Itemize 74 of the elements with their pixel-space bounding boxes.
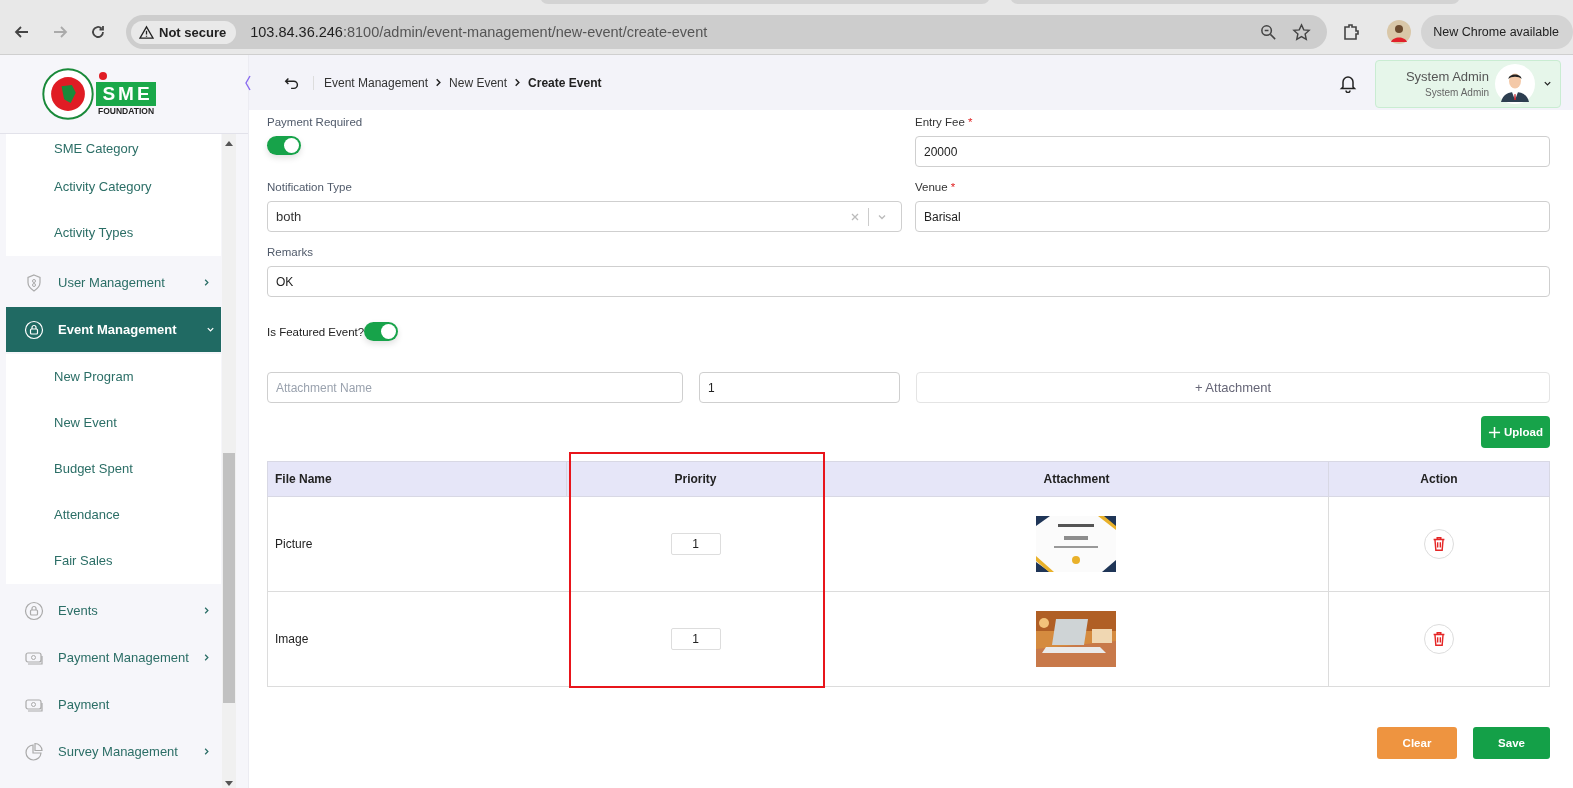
shield-icon	[24, 272, 44, 293]
delete-button[interactable]	[1424, 624, 1454, 654]
logo-tagline: FOUNDATION	[98, 106, 154, 116]
url-text: 103.84.36.246:8100/admin/event-management/new-event/create-event	[250, 24, 708, 40]
submenu-item[interactable]: New Program	[6, 354, 221, 400]
logo-dot-icon	[99, 72, 108, 80]
upload-button[interactable]: Upload	[1481, 416, 1550, 448]
chevron-icon	[434, 78, 444, 87]
menu-item[interactable]: User Management	[6, 260, 221, 305]
submenu-item[interactable]: Budget Spent	[6, 446, 221, 492]
menu-item[interactable]: Survey Management	[6, 729, 221, 774]
column-header: File Name	[267, 461, 567, 497]
save-button[interactable]: Save	[1473, 727, 1550, 759]
toggle-switch[interactable]	[267, 136, 301, 155]
emblem-icon	[42, 68, 95, 120]
add-attachment-button[interactable]: + Attachment	[916, 372, 1550, 403]
user-menu[interactable]: System Admin System Admin	[1375, 59, 1561, 108]
user-name: System Admin	[1405, 69, 1489, 84]
input-field[interactable]: OK	[267, 266, 1550, 297]
warning-icon	[139, 24, 154, 40]
field-label: Entry Fee *	[915, 116, 974, 128]
plus-icon	[1488, 425, 1501, 439]
avatar-icon	[1495, 63, 1535, 104]
breadcrumb-item[interactable]: New Event	[449, 75, 508, 90]
chevron-icon	[202, 278, 211, 287]
chevron-icon	[202, 747, 211, 756]
submenu-item[interactable]: New Event	[6, 400, 221, 446]
submenu-item[interactable]: Activity Category	[6, 164, 221, 210]
profile-avatar[interactable]	[1387, 20, 1412, 44]
logo-text: SME	[96, 82, 156, 106]
submenu-item[interactable]: SME Category	[6, 134, 221, 164]
scrollbar[interactable]	[222, 134, 236, 788]
submenu-item[interactable]: Activity Types	[6, 210, 221, 256]
menu-item[interactable]: Events	[6, 588, 221, 633]
star-icon[interactable]	[1292, 22, 1312, 42]
field-label: Notification Type	[267, 181, 353, 193]
field-label: Remarks	[267, 246, 314, 258]
column-header: Action	[1328, 461, 1550, 497]
table-cell: Image	[267, 591, 567, 687]
extensions-icon[interactable]	[1341, 22, 1362, 42]
breadcrumb-item[interactable]: Event Management	[324, 75, 429, 90]
lock-icon	[24, 600, 44, 621]
pie-icon	[24, 741, 44, 762]
column-header: Attachment	[824, 461, 1329, 497]
priority-field[interactable]: 1	[670, 533, 721, 555]
menu-item[interactable]: Event Management	[6, 307, 221, 352]
table-cell: Picture	[267, 496, 567, 592]
field-label: Is Featured Event?	[267, 325, 365, 338]
priority-field[interactable]: 1	[670, 628, 721, 650]
field-label: Venue *	[915, 181, 957, 193]
breadcrumb-item: Create Event	[528, 75, 602, 90]
toggle-switch[interactable]	[364, 322, 399, 341]
security-chip[interactable]: Not secure	[131, 20, 237, 44]
input-field[interactable]: Attachment Name	[267, 372, 683, 403]
input-field[interactable]: 1	[699, 372, 900, 403]
input-field[interactable]: 20000	[915, 136, 1550, 167]
update-button[interactable]: New Chrome available	[1421, 15, 1573, 49]
zoom-icon[interactable]	[1259, 22, 1279, 42]
chevron-icon	[206, 325, 215, 334]
menu-item[interactable]: Payment	[6, 682, 221, 727]
chevron-icon	[202, 606, 211, 615]
delete-button[interactable]	[1424, 529, 1454, 559]
input-field[interactable]: Barisal	[915, 201, 1550, 232]
submenu-item[interactable]: Fair Sales	[6, 538, 221, 584]
address-bar[interactable]: Not secure 103.84.36.246:8100/admin/event-management/new-event/create-event	[126, 15, 1328, 49]
lock-icon	[24, 319, 44, 340]
field-label: Payment Required	[267, 116, 364, 128]
submenu-item[interactable]: Attendance	[6, 492, 221, 538]
column-header: Priority	[566, 461, 825, 497]
chevron-icon	[202, 653, 211, 662]
chevron-icon	[513, 78, 523, 87]
menu-item[interactable]: Payment Management	[6, 635, 221, 680]
user-role: System Admin	[1425, 87, 1489, 98]
chevron-icon	[1543, 79, 1552, 88]
